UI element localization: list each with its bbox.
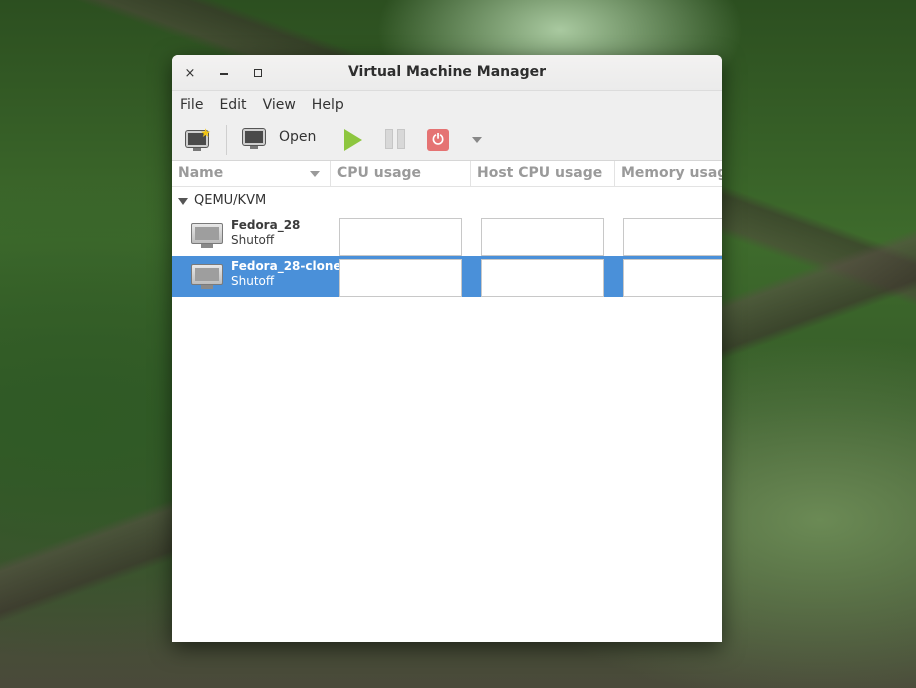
vm-name: Fedora_28-clone [231,259,342,273]
column-header: Name CPU usage Host CPU usage Memory usa… [172,161,722,187]
memory-usage-graph [623,259,722,297]
vm-row[interactable]: Fedora_28 Shutoff [172,215,722,256]
expander-icon[interactable] [178,198,188,205]
window-title: Virtual Machine Manager [347,64,547,80]
connection-row[interactable]: QEMU/KVM [172,187,722,215]
menu-file[interactable]: File [176,97,215,113]
column-memory-usage[interactable]: Memory usage [621,165,722,181]
chevron-down-icon [472,137,482,143]
vm-row-selected[interactable]: Fedora_28-clone Shutoff [172,256,722,297]
menu-help[interactable]: Help [308,97,356,113]
memory-usage-graph [623,218,722,256]
menu-bar: File Edit View Help [172,91,722,119]
column-name[interactable]: Name [178,165,223,181]
new-vm-icon: ★ [186,127,211,151]
vm-monitor-icon [191,264,223,290]
connection-label: QEMU/KVM [194,193,267,208]
cpu-usage-graph [339,259,462,297]
column-cpu-usage[interactable]: CPU usage [337,165,421,181]
vm-status: Shutoff [231,233,275,247]
shutdown-menu-button[interactable] [472,137,482,143]
toolbar: ★ Open ⏻ [172,119,722,161]
pause-icon [385,129,405,149]
host-cpu-usage-graph [481,259,604,297]
cpu-usage-graph [339,218,462,256]
column-divider[interactable] [470,161,471,187]
new-vm-button[interactable]: ★ [186,127,211,151]
vm-monitor-icon [191,223,223,249]
column-divider[interactable] [330,161,331,187]
open-button[interactable]: Open [243,129,317,149]
menu-view[interactable]: View [259,97,308,113]
play-icon [344,129,362,151]
sort-descending-icon[interactable] [310,171,320,177]
monitor-icon [243,129,265,149]
column-host-cpu-usage[interactable]: Host CPU usage [477,165,602,181]
vm-status: Shutoff [231,274,275,288]
run-button[interactable] [344,129,362,151]
vm-name: Fedora_28 [231,218,301,232]
shutdown-button[interactable]: ⏻ [427,129,449,151]
power-icon: ⏻ [427,129,449,151]
vmm-window: × Virtual Machine Manager File Edit View… [172,55,722,642]
title-bar[interactable]: × Virtual Machine Manager [172,55,722,91]
pause-button[interactable] [385,129,405,149]
host-cpu-usage-graph [481,218,604,256]
open-label: Open [279,129,317,145]
toolbar-separator [226,125,227,155]
column-divider[interactable] [614,161,615,187]
menu-edit[interactable]: Edit [215,97,258,113]
